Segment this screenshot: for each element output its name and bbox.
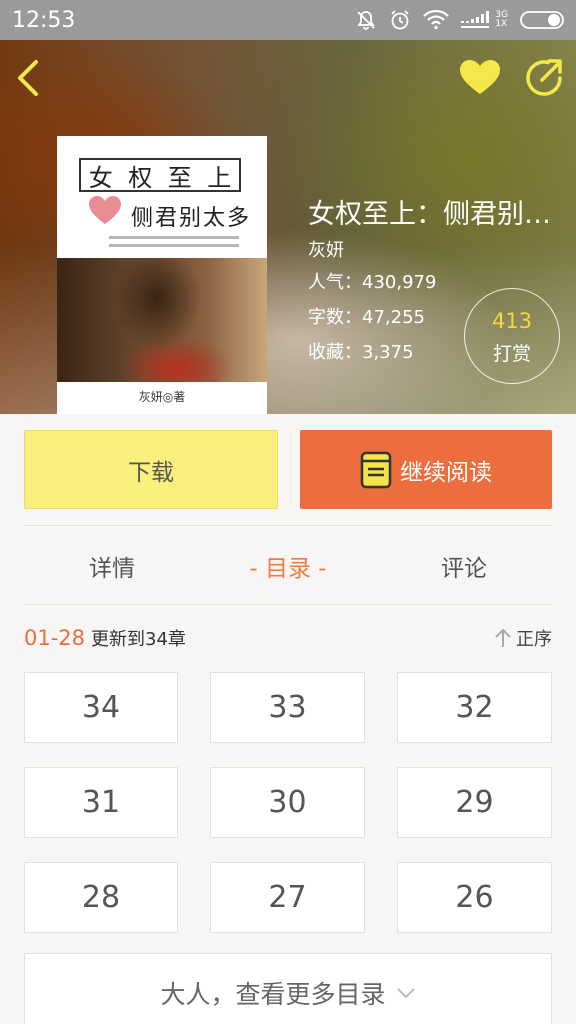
chapter-button[interactable]: 29 [397,767,552,838]
status-icons: 3G 1X [355,8,566,32]
update-text: 更新到34章 [91,629,186,650]
battery-icon [520,11,566,29]
mute-icon [355,9,377,31]
download-button[interactable]: 下载 [24,430,278,509]
more-catalog-button[interactable]: 大人，查看更多目录 [24,953,552,1024]
book-cover[interactable]: 女 权 至 上 侧君别太多 灰妍◎著 [57,136,267,414]
book-title: 女权至上：侧君别… [308,199,551,230]
tab-comments[interactable]: 评论 [376,528,552,604]
alarm-icon [389,9,411,31]
chapter-button[interactable]: 30 [210,767,365,838]
continue-reading-label: 继续阅读 [400,459,492,486]
chapter-button[interactable]: 32 [397,672,552,743]
detail-tabs: 详情 - 目录 - 评论 [24,528,552,604]
cover-photo [57,258,267,382]
chapter-grid: 34 33 32 31 30 29 28 27 26 [24,672,552,933]
book-author[interactable]: 灰妍 [308,236,344,262]
book-icon [360,451,392,488]
sort-order-button[interactable]: 正序 [494,622,552,654]
tip-label: 打赏 [492,343,531,365]
cover-subtitle: 侧君别太多 [131,206,252,231]
word-count: 字数：47,255 [308,307,425,328]
share-button[interactable] [522,56,566,100]
download-label: 下载 [128,459,174,486]
wifi-icon [423,10,450,30]
popularity-count: 人气：430,979 [308,272,437,293]
more-catalog-label: 大人，查看更多目录 [160,980,386,1009]
cover-tagline [109,236,239,252]
arrow-up-icon [495,628,511,647]
back-icon [18,60,38,96]
chapter-button[interactable]: 27 [210,862,365,933]
chapter-button[interactable]: 28 [24,862,178,933]
favorite-count: 收藏：3,375 [308,342,414,363]
chapter-button[interactable]: 31 [24,767,178,838]
chapter-button[interactable]: 34 [24,672,178,743]
tab-details[interactable]: 详情 [24,528,200,604]
update-date: 01-28 [24,626,86,650]
heart-icon [460,60,500,94]
divider [24,604,552,605]
cover-heart-icon [89,196,121,224]
status-time: 12:53 [12,8,76,33]
book-hero: 女 权 至 上 侧君别太多 灰妍◎著 女权至上：侧君别… 灰妍 人气：430,9… [0,40,576,414]
cover-title-box: 女 权 至 上 [79,158,241,192]
tip-button[interactable]: 413 打赏 [464,288,560,384]
tab-catalog[interactable]: - 目录 - [200,528,376,604]
signal-icon [461,11,491,29]
chapter-button[interactable]: 26 [397,862,552,933]
cover-author: 灰妍◎著 [138,390,186,404]
network-type: 3G 1X [495,10,508,29]
divider [24,525,552,526]
tip-count: 413 [491,309,533,333]
share-icon [526,59,562,96]
back-button[interactable] [14,58,50,98]
status-bar: 12:53 3G 1X [0,0,576,40]
chevron-down-icon [396,988,415,999]
continue-reading-button[interactable]: 继续阅读 [300,430,552,509]
book-detail-page: 12:53 3G 1X 女 权 至 上 侧君别太多 灰妍◎著 女权至上：侧君别…… [0,0,576,1024]
chapter-button[interactable]: 33 [210,672,365,743]
update-info: 01-28 更新到34章 正序 [24,622,552,654]
favorite-button[interactable] [458,58,502,98]
sort-label: 正序 [516,629,552,650]
